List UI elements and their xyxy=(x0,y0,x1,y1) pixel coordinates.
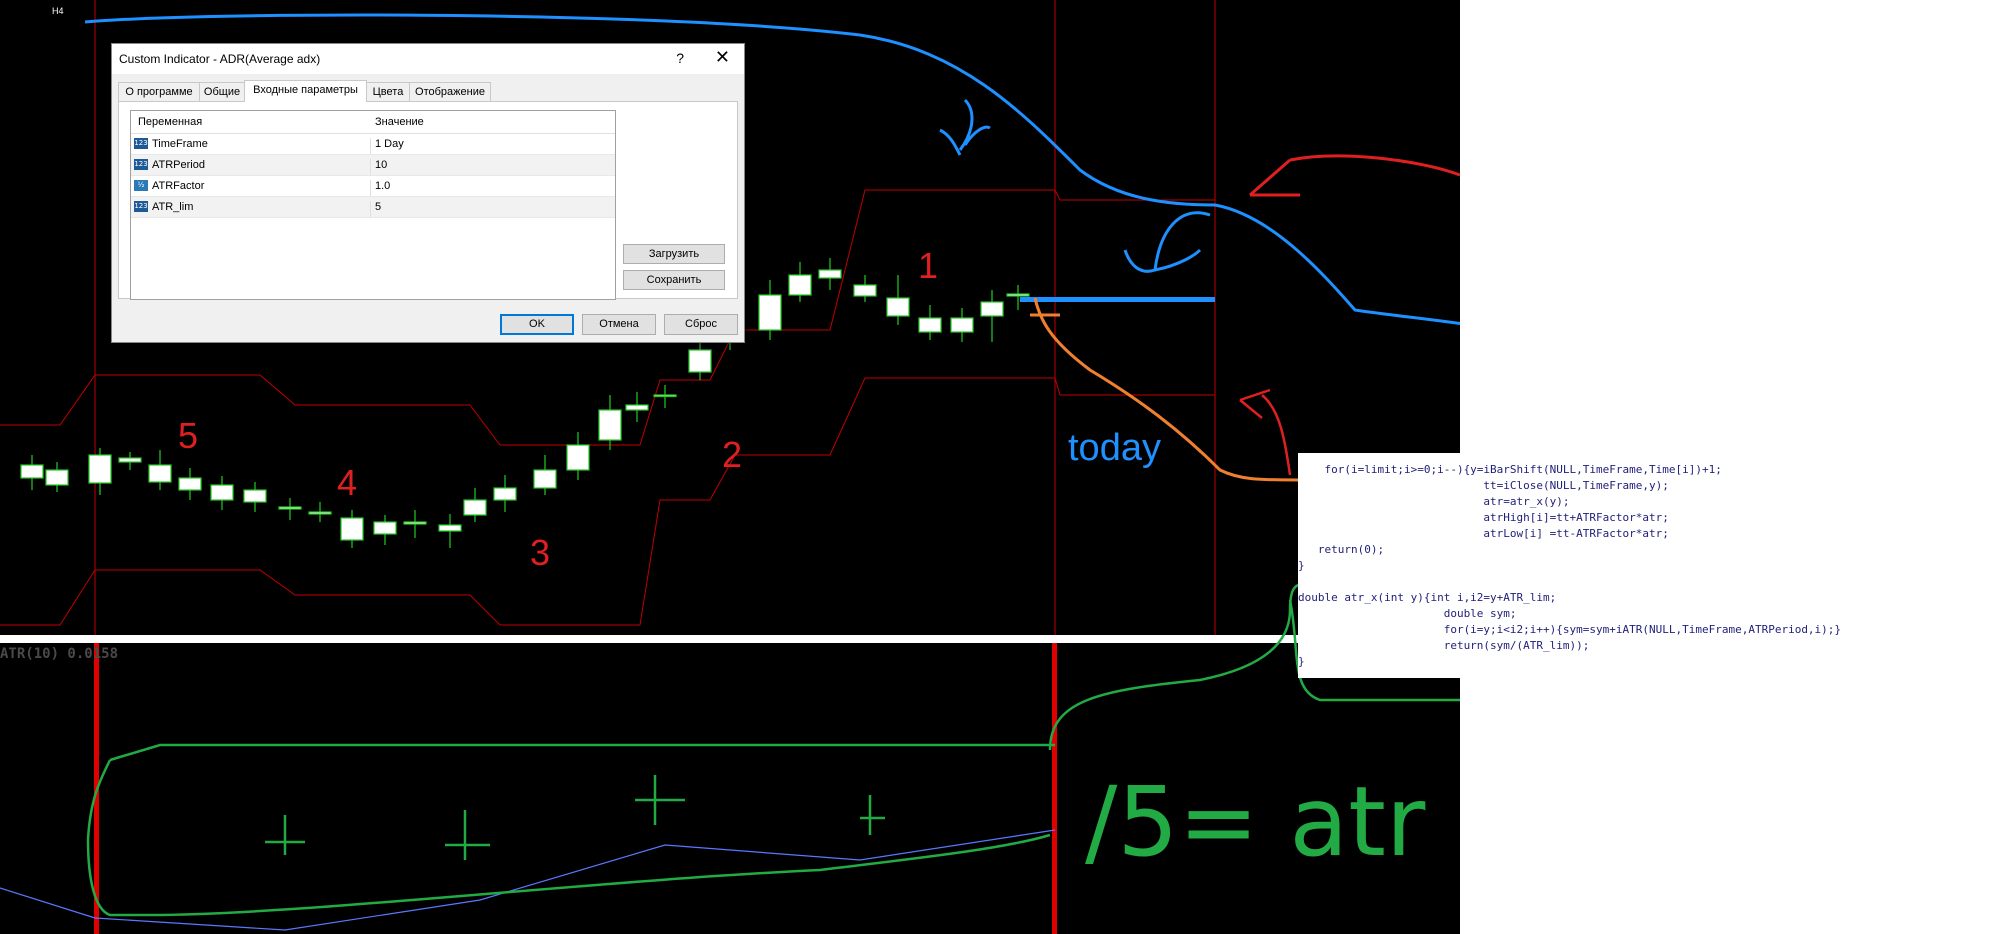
integer-type-icon: 123 xyxy=(134,201,148,212)
blue-markup-arrow xyxy=(1123,211,1211,273)
ok-button[interactable]: OK xyxy=(500,314,574,335)
candle-body xyxy=(403,521,427,525)
table-row[interactable]: ½ ATRFactor 1.0 xyxy=(131,176,615,197)
code-line: atrLow[i] =tt-ATRFactor*atr; xyxy=(1298,527,1669,540)
tab-common[interactable]: Общие xyxy=(199,82,245,101)
candle-body xyxy=(463,499,487,516)
candle-body xyxy=(118,457,142,463)
param-name: ATRFactor xyxy=(152,180,205,192)
candle-body xyxy=(308,511,332,515)
candle-body xyxy=(688,349,712,373)
candle-body xyxy=(438,524,462,532)
inputs-panel: Переменная Значение 123 TimeFrame 1 Day … xyxy=(118,101,738,300)
code-line: atr=atr_x(y); xyxy=(1298,495,1570,508)
integer-type-icon: 123 xyxy=(134,159,148,170)
table-row[interactable]: 123 ATRPeriod 10 xyxy=(131,155,615,176)
green-markup-curve xyxy=(109,743,1055,762)
code-line: for(i=limit;i>=0;i--){y=iBarShift(NULL,T… xyxy=(1298,463,1722,476)
candle-body xyxy=(886,297,910,317)
candle-body xyxy=(758,294,782,331)
candle-body xyxy=(1006,293,1030,297)
candle-body xyxy=(340,517,364,541)
param-value[interactable]: 1 Day xyxy=(370,138,404,154)
candle-body xyxy=(533,469,557,489)
candle-body xyxy=(653,394,677,398)
red-arrow-upper xyxy=(1249,154,1460,197)
annotation-number-4: 4 xyxy=(337,462,357,503)
code-line: for(i=y;i<i2;i++){sym=sym+iATR(NULL,Time… xyxy=(1298,623,1842,636)
code-line: tt=iClose(NULL,TimeFrame,y); xyxy=(1298,479,1669,492)
red-arrow-lower xyxy=(1239,388,1292,476)
green-plus-marks xyxy=(265,775,885,860)
candle-body xyxy=(20,464,44,479)
save-button[interactable]: Сохранить xyxy=(623,270,725,290)
dialog-title: Custom Indicator - ADR(Average adx) xyxy=(119,52,321,66)
candle-body xyxy=(980,301,1004,317)
cancel-button[interactable]: Отмена xyxy=(582,314,656,335)
period-marker xyxy=(1052,643,1057,934)
candle-body xyxy=(178,477,202,491)
param-value[interactable]: 5 xyxy=(370,201,381,217)
table-row[interactable]: 123 ATR_lim 5 xyxy=(131,197,615,218)
candle-body xyxy=(950,317,974,333)
param-name: ATRPeriod xyxy=(152,159,205,171)
param-name: TimeFrame xyxy=(152,138,208,150)
dialog-titlebar[interactable]: Custom Indicator - ADR(Average adx) ? ✕ xyxy=(112,44,744,74)
candle-body xyxy=(598,409,622,441)
candle-body xyxy=(625,404,649,411)
blue-markup-arrow xyxy=(939,98,991,156)
code-line: } xyxy=(1298,559,1305,572)
param-value[interactable]: 10 xyxy=(370,159,387,175)
candle-body xyxy=(493,487,517,501)
code-line: return(sym/(ATR_lim)); xyxy=(1298,639,1590,652)
param-name: ATR_lim xyxy=(152,201,194,213)
parameters-table[interactable]: Переменная Значение 123 TimeFrame 1 Day … xyxy=(130,110,616,300)
annotation-number-2: 2 xyxy=(722,434,742,475)
close-icon[interactable]: ✕ xyxy=(715,47,730,68)
annotation-number-1: 1 xyxy=(918,245,938,286)
help-icon[interactable]: ? xyxy=(676,50,684,66)
annotation-formula: /5= atr xyxy=(1085,766,1426,878)
candle-body xyxy=(853,284,877,297)
timeframe-label: H4 xyxy=(52,6,64,16)
code-line: atrHigh[i]=tt+ATRFactor*atr; xyxy=(1298,511,1669,524)
code-line: double atr_x(int y){int i,i2=y+ATR_lim; xyxy=(1298,591,1557,604)
integer-type-icon: 123 xyxy=(134,138,148,149)
table-row[interactable]: 123 TimeFrame 1 Day xyxy=(131,134,615,155)
candle-body xyxy=(148,464,172,483)
column-value[interactable]: Значение xyxy=(375,116,424,128)
candle-body xyxy=(243,489,267,503)
tab-visualization[interactable]: Отображение xyxy=(409,82,491,101)
current-level-line xyxy=(1020,297,1215,302)
candle-body xyxy=(566,444,590,471)
annotation-today: today xyxy=(1068,427,1161,469)
code-line: return(0); xyxy=(1298,543,1385,556)
load-button[interactable]: Загрузить xyxy=(623,244,725,264)
subwindow-separator[interactable] xyxy=(0,635,1460,643)
candle-body xyxy=(788,274,812,296)
indicator-settings-dialog: Custom Indicator - ADR(Average adx) ? ✕ … xyxy=(111,43,745,343)
candle-body xyxy=(88,454,112,484)
reset-button[interactable]: Сброс xyxy=(664,314,738,335)
double-type-icon: ½ xyxy=(134,180,148,191)
code-line: double sym; xyxy=(1298,607,1517,620)
tab-inputs[interactable]: Входные параметры xyxy=(244,80,367,102)
tab-about[interactable]: О программе xyxy=(118,82,200,101)
table-header: Переменная Значение xyxy=(131,111,615,134)
indicator-readout: ATR(10) 0.0158 xyxy=(0,646,118,662)
annotation-number-5: 5 xyxy=(178,415,198,456)
annotation-number-3: 3 xyxy=(530,532,550,573)
param-value[interactable]: 1.0 xyxy=(370,180,390,196)
candle-body xyxy=(818,269,842,279)
candle-body xyxy=(278,506,302,510)
code-line: } xyxy=(1298,655,1305,668)
candle-body xyxy=(45,469,69,486)
candle-body xyxy=(210,484,234,501)
tab-colors[interactable]: Цвета xyxy=(366,82,410,101)
column-variable[interactable]: Переменная xyxy=(138,116,202,128)
candle-body xyxy=(918,317,942,333)
candle-body xyxy=(373,521,397,535)
